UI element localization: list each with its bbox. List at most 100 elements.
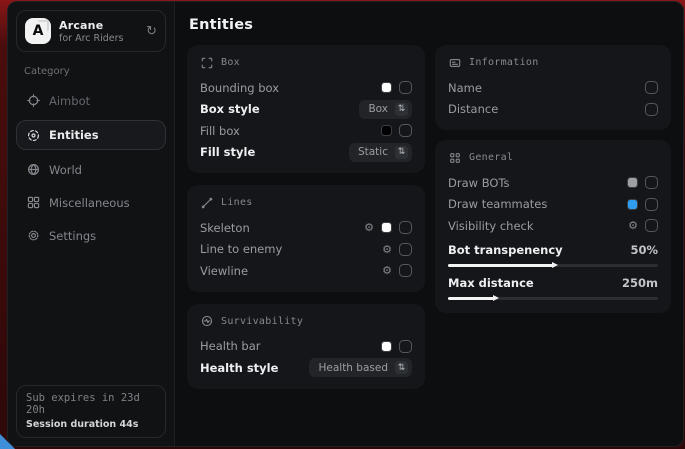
info-tag-icon	[448, 56, 461, 69]
fill-box-checkbox[interactable]	[399, 124, 412, 137]
slider-thumb[interactable]	[493, 295, 499, 301]
section-title: General	[469, 152, 513, 163]
sidebar-item-label: Miscellaneous	[49, 196, 130, 210]
max-distance-slider[interactable]	[448, 297, 658, 300]
box-style-label: Box style	[200, 102, 260, 116]
health-style-select[interactable]: Health based ⇅	[309, 358, 412, 377]
fill-box-label: Fill box	[200, 124, 240, 138]
visibility-check-label: Visibility check	[448, 219, 534, 233]
general-section: General Draw BOTs Draw teammates	[435, 140, 671, 313]
health-style-label: Health style	[200, 361, 278, 375]
box-section: Box Bounding box Box style Box ⇅	[187, 45, 425, 173]
sidebar-item-entities[interactable]: Entities	[16, 120, 166, 150]
entities-icon	[26, 128, 40, 142]
bounding-box-row: Bounding box	[200, 77, 412, 99]
sidebar-item-label: Settings	[49, 229, 96, 243]
grid-icon	[26, 196, 40, 210]
sidebar-item-label: World	[49, 163, 82, 177]
viewline-settings-icon[interactable]: ⚙	[382, 265, 392, 276]
viewline-row: Viewline ⚙	[200, 260, 412, 282]
survivability-section: Survivability Health bar Health style He…	[187, 304, 425, 389]
sidebar: A Arcane for Arc Riders ↻ Category Aimbo…	[8, 2, 175, 446]
brand-card: A Arcane for Arc Riders ↻	[16, 10, 166, 52]
box-style-value: Box	[368, 103, 388, 115]
fill-box-row: Fill box	[200, 120, 412, 142]
health-bar-label: Health bar	[200, 339, 261, 353]
sidebar-item-miscellaneous[interactable]: Miscellaneous	[16, 189, 166, 216]
max-distance-label: Max distance	[448, 276, 534, 290]
max-distance-value: 250m	[622, 276, 658, 290]
subscription-card: Sub expires in 23d 20h Session duration …	[16, 385, 166, 438]
health-bar-checkbox[interactable]	[399, 340, 412, 353]
distance-checkbox[interactable]	[645, 103, 658, 116]
sidebar-item-settings[interactable]: Settings	[16, 222, 166, 249]
cursor-pointer	[0, 434, 15, 449]
draw-bots-row: Draw BOTs	[448, 172, 658, 194]
bot-transparency-slider[interactable]	[448, 264, 658, 267]
section-title: Box	[221, 57, 240, 68]
slider-thumb[interactable]	[552, 262, 558, 268]
skeleton-label: Skeleton	[200, 221, 250, 235]
fill-box-color-swatch[interactable]	[381, 125, 392, 136]
bounding-box-label: Bounding box	[200, 81, 279, 95]
information-section: Information Name Distance	[435, 45, 671, 130]
draw-bots-label: Draw BOTs	[448, 176, 510, 190]
brand-title: Arcane	[59, 19, 138, 32]
health-style-value: Health based	[318, 362, 388, 374]
line-to-enemy-checkbox[interactable]	[399, 243, 412, 256]
draw-bots-color-swatch[interactable]	[627, 177, 638, 188]
page-title: Entities	[189, 17, 669, 33]
updown-icon: ⇅	[395, 361, 408, 374]
health-style-row: Health style Health based ⇅	[200, 357, 412, 379]
bot-transparency-row: Bot transpenency 50%	[448, 241, 658, 270]
health-bar-color-swatch[interactable]	[381, 341, 392, 352]
health-bar-row: Health bar	[200, 336, 412, 358]
updown-icon: ⇅	[395, 103, 408, 116]
viewline-label: Viewline	[200, 264, 248, 278]
bot-transparency-value: 50%	[630, 243, 658, 257]
sidebar-item-aimbot[interactable]: Aimbot	[16, 87, 166, 114]
viewline-checkbox[interactable]	[399, 264, 412, 277]
name-row: Name	[448, 77, 658, 99]
diagonal-line-icon	[200, 196, 213, 209]
app-window: A Arcane for Arc Riders ↻ Category Aimbo…	[7, 1, 684, 447]
skeleton-settings-icon[interactable]: ⚙	[364, 222, 374, 233]
draw-teammates-row: Draw teammates	[448, 194, 658, 216]
name-label: Name	[448, 81, 482, 95]
name-checkbox[interactable]	[645, 81, 658, 94]
line-to-enemy-settings-icon[interactable]: ⚙	[382, 244, 392, 255]
slider-fill	[448, 264, 553, 267]
grid-dots-icon	[448, 151, 461, 164]
pulse-icon	[200, 315, 213, 328]
skeleton-checkbox[interactable]	[399, 221, 412, 234]
slider-fill	[448, 297, 494, 300]
crosshair-icon	[26, 94, 40, 108]
line-to-enemy-row: Line to enemy ⚙	[200, 239, 412, 261]
draw-bots-checkbox[interactable]	[645, 176, 658, 189]
skeleton-row: Skeleton ⚙	[200, 217, 412, 239]
main-panel: Entities Box Bounding box	[175, 2, 683, 446]
sidebar-item-world[interactable]: World	[16, 156, 166, 183]
brand-logo: A	[25, 18, 51, 44]
gear-icon	[26, 229, 40, 243]
fill-style-value: Static	[358, 146, 388, 158]
bounding-box-checkbox[interactable]	[399, 81, 412, 94]
fill-style-select[interactable]: Static ⇅	[349, 143, 412, 162]
category-label: Category	[24, 66, 158, 77]
visibility-check-checkbox[interactable]	[645, 219, 658, 232]
box-style-select[interactable]: Box ⇅	[359, 100, 412, 119]
refresh-icon[interactable]: ↻	[146, 25, 157, 38]
max-distance-row: Max distance 250m	[448, 274, 658, 303]
draw-teammates-color-swatch[interactable]	[627, 199, 638, 210]
section-title: Survivability	[221, 316, 303, 327]
distance-label: Distance	[448, 102, 498, 116]
visibility-check-settings-icon[interactable]: ⚙	[628, 220, 638, 231]
box-brackets-icon	[200, 56, 213, 69]
draw-teammates-checkbox[interactable]	[645, 198, 658, 211]
skeleton-color-swatch[interactable]	[381, 222, 392, 233]
fill-style-row: Fill style Static ⇅	[200, 142, 412, 164]
lines-section: Lines Skeleton ⚙ Line to enemy ⚙	[187, 185, 425, 292]
sidebar-nav: Aimbot Entities World Miscellaneous	[16, 87, 166, 249]
updown-icon: ⇅	[395, 146, 408, 159]
bounding-box-color-swatch[interactable]	[381, 82, 392, 93]
